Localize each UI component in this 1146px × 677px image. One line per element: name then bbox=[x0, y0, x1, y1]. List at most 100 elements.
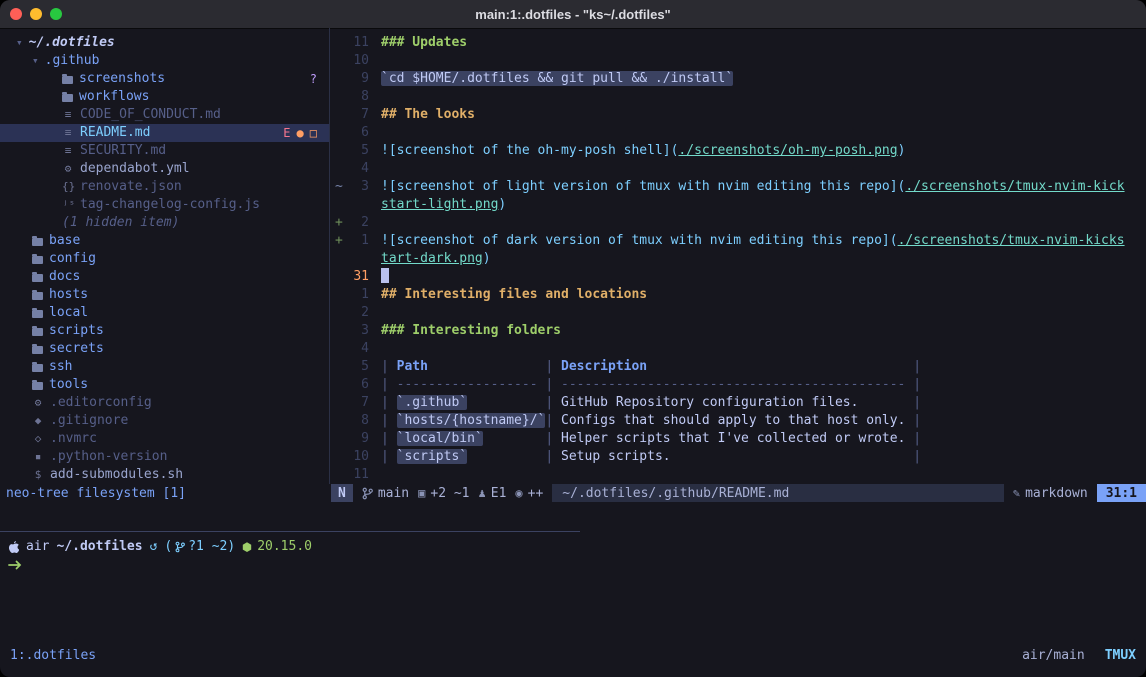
gitsign-column bbox=[331, 106, 345, 124]
line-number: 8 bbox=[345, 412, 369, 430]
markdown-link[interactable]: ./screenshots/oh-my-posh.png bbox=[678, 143, 897, 158]
tree-item-local[interactable]: local bbox=[0, 304, 329, 322]
line-text bbox=[369, 124, 381, 142]
markdown-link[interactable]: ./screenshots/tmux-nvim-kicks bbox=[898, 233, 1125, 248]
tree-item-renovate-json[interactable]: {}renovate.json bbox=[0, 178, 329, 196]
text-segment: ) bbox=[498, 197, 506, 212]
line-text: ## The looks bbox=[369, 106, 475, 124]
tree-item-label: base bbox=[49, 232, 80, 250]
tree-item-workflows[interactable]: workflows bbox=[0, 88, 329, 106]
line-number: 1 bbox=[345, 232, 369, 250]
tree-item-tools[interactable]: tools bbox=[0, 376, 329, 394]
shell-prompt: air ~/.dotfiles ↺ ( ?1 ~2) bbox=[8, 538, 1146, 556]
file-icon: ▪ bbox=[32, 448, 44, 466]
editor-line[interactable]: 9| `local/bin` | Helper scripts that I'v… bbox=[331, 430, 1146, 448]
gitsign-column bbox=[331, 88, 345, 106]
tree-item-security-md[interactable]: ≡SECURITY.md bbox=[0, 142, 329, 160]
tree-item-config[interactable]: config bbox=[0, 250, 329, 268]
line-text bbox=[369, 340, 381, 358]
minimize-button[interactable] bbox=[30, 8, 42, 20]
tree-item-1-hidden-item[interactable]: (1 hidden item) bbox=[0, 214, 329, 232]
editor-line[interactable]: 3### Interesting folders bbox=[331, 322, 1146, 340]
folder-icon bbox=[62, 76, 73, 84]
tree-item-editorconfig[interactable]: ⚙.editorconfig bbox=[0, 394, 329, 412]
editor-pane[interactable]: 11### Updates 10 9`cd $HOME/.dotfiles &&… bbox=[331, 28, 1146, 484]
shell-pane[interactable]: air ~/.dotfiles ↺ ( ?1 ~2) bbox=[8, 538, 1146, 574]
editor-line[interactable]: tart-dark.png) bbox=[331, 250, 1146, 268]
node-version: 20.15.0 bbox=[257, 538, 312, 556]
editor-line[interactable]: 7| `.github` | GitHub Repository configu… bbox=[331, 394, 1146, 412]
text-segment: ![screenshot of dark version of tmux wit… bbox=[381, 233, 898, 248]
editor-line[interactable]: 6 bbox=[331, 124, 1146, 142]
tree-item-python-version[interactable]: ▪.python-version bbox=[0, 448, 329, 466]
text-segment: | bbox=[428, 359, 561, 374]
editor-line[interactable]: 8| `hosts/{hostname}/`| Configs that sho… bbox=[331, 412, 1146, 430]
maximize-button[interactable] bbox=[50, 8, 62, 20]
editor-line[interactable]: 2 bbox=[331, 304, 1146, 322]
editor-line[interactable]: 10| `scripts` | Setup scripts. | bbox=[331, 448, 1146, 466]
text-segment: Helper scripts that I've collected or wr… bbox=[561, 431, 905, 446]
text-segment: | bbox=[381, 431, 397, 446]
tree-item-label: screenshots bbox=[79, 70, 165, 88]
editor-line[interactable]: 11### Updates bbox=[331, 34, 1146, 52]
text-segment: | bbox=[545, 413, 561, 428]
chevron-down-icon[interactable]: ▾ bbox=[32, 52, 39, 70]
tree-item-base[interactable]: base bbox=[0, 232, 329, 250]
editor-line[interactable]: 9`cd $HOME/.dotfiles && git pull && ./in… bbox=[331, 70, 1146, 88]
tree-item-screenshots[interactable]: screenshots? bbox=[0, 70, 329, 88]
text-segment: `local/bin` bbox=[397, 431, 483, 446]
tmux-window-item[interactable]: 1:.dotfiles bbox=[10, 648, 96, 663]
tree-item-github[interactable]: ▾.github bbox=[0, 52, 329, 70]
file-icon: $ bbox=[32, 466, 44, 484]
tree-item-dotfiles[interactable]: ▾~/.dotfiles bbox=[0, 34, 329, 52]
tree-item-scripts[interactable]: scripts bbox=[0, 322, 329, 340]
markdown-link[interactable]: ./screenshots/tmux-nvim-kick bbox=[905, 179, 1124, 194]
tree-item-docs[interactable]: docs bbox=[0, 268, 329, 286]
editor-line[interactable]: +2 bbox=[331, 214, 1146, 232]
markdown-link[interactable]: tart-dark.png bbox=[381, 251, 483, 266]
editor-line[interactable]: 10 bbox=[331, 52, 1146, 70]
editor-line[interactable]: 4 bbox=[331, 160, 1146, 178]
close-button[interactable] bbox=[10, 8, 22, 20]
prompt-arrow-line[interactable] bbox=[8, 556, 1146, 574]
tree-item-ssh[interactable]: ssh bbox=[0, 358, 329, 376]
titlebar: main:1:.dotfiles - "ks~/.dotfiles" bbox=[0, 0, 1146, 29]
tree-item-hosts[interactable]: hosts bbox=[0, 286, 329, 304]
editor-line[interactable]: 5| Path | Description | bbox=[331, 358, 1146, 376]
editor-line[interactable]: 5![screenshot of the oh-my-posh shell](.… bbox=[331, 142, 1146, 160]
file-icon: {} bbox=[62, 178, 74, 196]
tree-item-dependabot-yml[interactable]: ⚙dependabot.yml bbox=[0, 160, 329, 178]
editor-line[interactable]: 7## The looks bbox=[331, 106, 1146, 124]
file-icon: ≡ bbox=[62, 142, 74, 160]
editor-line[interactable]: 1## Interesting files and locations bbox=[331, 286, 1146, 304]
editor-line[interactable]: start-light.png) bbox=[331, 196, 1146, 214]
tmux-pane-border[interactable] bbox=[0, 531, 580, 532]
line-text bbox=[369, 52, 381, 70]
tree-item-code-of-conduct-md[interactable]: ≡CODE_OF_CONDUCT.md bbox=[0, 106, 329, 124]
tree-item-label: README.md bbox=[80, 124, 150, 142]
editor-line[interactable]: 8 bbox=[331, 88, 1146, 106]
editor-line[interactable]: ~3![screenshot of light version of tmux … bbox=[331, 178, 1146, 196]
gitsign-column bbox=[331, 448, 345, 466]
tree-item-label: .editorconfig bbox=[50, 394, 152, 412]
editor-line[interactable]: 11 bbox=[331, 466, 1146, 484]
tree-item-secrets[interactable]: secrets bbox=[0, 340, 329, 358]
markdown-link[interactable]: start-light.png bbox=[381, 197, 498, 212]
node-hexagon-icon bbox=[242, 542, 252, 553]
editor-line[interactable]: +1![screenshot of dark version of tmux w… bbox=[331, 232, 1146, 250]
tree-item-label: (1 hidden item) bbox=[62, 214, 179, 232]
line-text: ![screenshot of dark version of tmux wit… bbox=[369, 232, 1125, 250]
editor-line[interactable]: 31 bbox=[331, 268, 1146, 286]
tree-item-nvmrc[interactable]: ◇.nvmrc bbox=[0, 430, 329, 448]
editor-line[interactable]: 6| ------------------ | ----------------… bbox=[331, 376, 1146, 394]
prompt-git-segment: ( ?1 ~2) bbox=[164, 538, 235, 556]
chevron-down-icon[interactable]: ▾ bbox=[16, 34, 23, 52]
editor-line[interactable]: 4 bbox=[331, 340, 1146, 358]
gitsign-column bbox=[331, 430, 345, 448]
tree-item-add-submodules-sh[interactable]: $add-submodules.sh bbox=[0, 466, 329, 484]
gitsign-column bbox=[331, 142, 345, 160]
status-badge: E bbox=[283, 124, 290, 142]
tree-item-tag-changelog-config-js[interactable]: ʲˢtag-changelog-config.js bbox=[0, 196, 329, 214]
tree-item-readme-md[interactable]: ≡README.mdE●□ bbox=[0, 124, 329, 142]
tree-item-gitignore[interactable]: ◆.gitignore bbox=[0, 412, 329, 430]
